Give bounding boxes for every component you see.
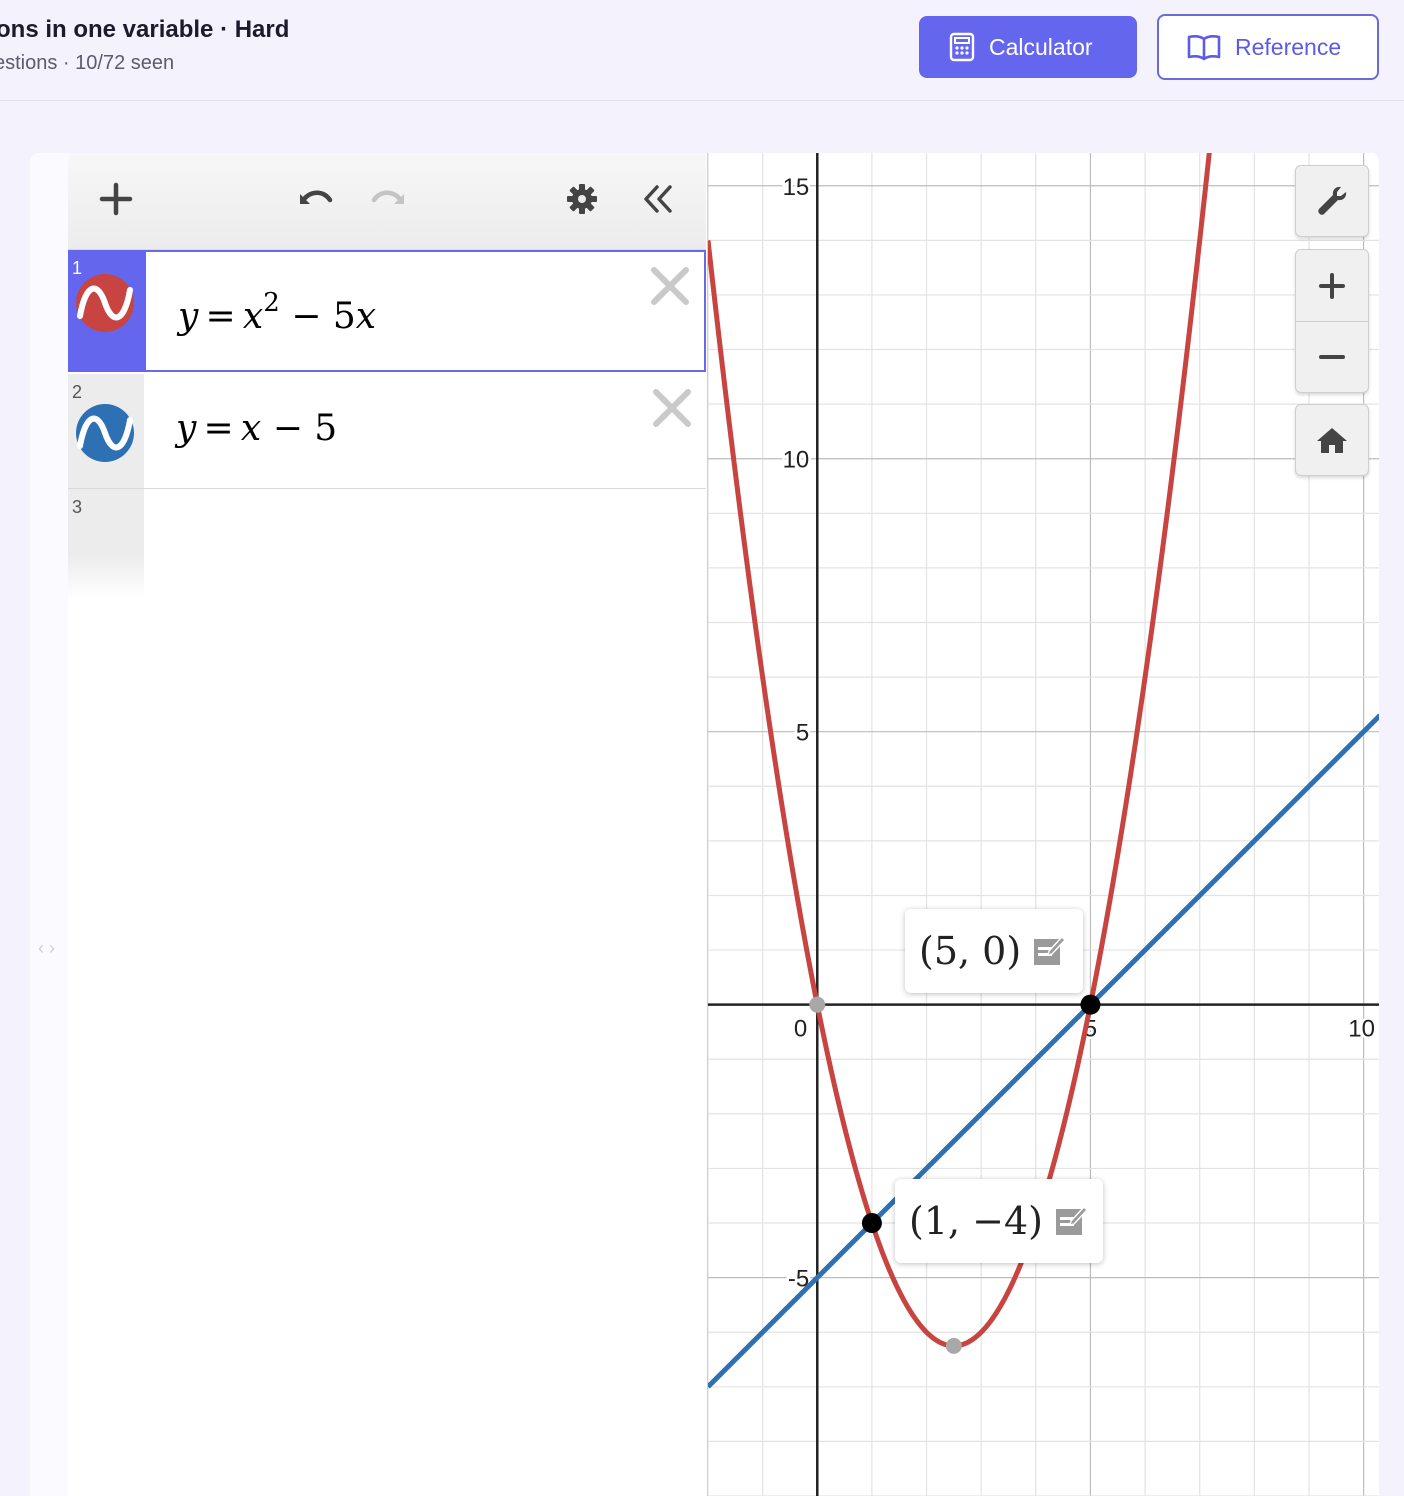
- delete-expression-1-button[interactable]: [648, 264, 692, 308]
- y-tick-label: 10: [783, 447, 810, 474]
- intersection-point: [861, 1213, 882, 1234]
- point-label-5-0-text: (5, 0): [919, 929, 1022, 973]
- calculator-button[interactable]: Calculator: [919, 16, 1137, 78]
- reference-button[interactable]: Reference: [1157, 14, 1379, 80]
- book-icon: [1187, 35, 1221, 61]
- y-tick-label: 15: [783, 174, 810, 201]
- expression-row-3-empty[interactable]: 3: [68, 489, 706, 599]
- settings-button[interactable]: [558, 175, 606, 223]
- intersection-point: [1080, 994, 1101, 1015]
- expression-row-2[interactable]: 2 y = x − 5: [68, 374, 706, 489]
- redo-button[interactable]: [366, 175, 414, 223]
- minus-icon: [1319, 355, 1345, 359]
- edit-label-icon[interactable]: [1053, 1203, 1089, 1239]
- home-icon: [1317, 428, 1347, 453]
- expression-number: 3: [72, 497, 83, 517]
- notable-point: [809, 996, 826, 1013]
- expression-row-1[interactable]: 1 y = x2 − 5x: [68, 250, 706, 372]
- plus-icon: [1319, 272, 1345, 299]
- y-tick-label: 5: [796, 720, 809, 747]
- wrench-icon: [1318, 186, 1347, 215]
- x-tick-label: 0: [794, 1016, 807, 1043]
- graphing-calculator: 1 y = x2 − 5x 2 y = x − 5 3 0 5 10 15 10…: [68, 153, 1379, 1496]
- expression-gutter: 2: [68, 374, 144, 488]
- graph-settings-button[interactable]: [1295, 165, 1369, 237]
- parabola-curve: [705, 153, 1212, 1349]
- redo-icon: [371, 190, 404, 204]
- graph-paper[interactable]: 0 5 10 15 10 5 -5 (5, 0) (1, −4): [705, 153, 1379, 1496]
- edit-label-icon[interactable]: [1031, 933, 1067, 969]
- zoom-out-button[interactable]: [1296, 322, 1368, 392]
- resize-handle-icon[interactable]: ‹ ›: [38, 938, 55, 959]
- zoom-in-button[interactable]: [1296, 250, 1368, 322]
- graph-color-icon-red[interactable]: [76, 274, 134, 332]
- delete-expression-2-button[interactable]: [650, 386, 694, 430]
- point-label-1-neg4[interactable]: (1, −4): [895, 1179, 1103, 1263]
- calculator-button-label: Calculator: [989, 33, 1093, 60]
- expression-gutter: 1: [68, 250, 146, 372]
- add-expression-button[interactable]: [92, 175, 140, 223]
- zoom-controls: [1295, 249, 1369, 393]
- expression-number: 2: [72, 382, 83, 402]
- gear-icon: [567, 184, 597, 214]
- progress-subtitle: estions · 10/72 seen: [0, 52, 175, 74]
- expression-2-math[interactable]: y = x − 5: [176, 408, 337, 449]
- default-viewport-button[interactable]: [1295, 404, 1369, 476]
- point-label-5-0[interactable]: (5, 0): [905, 909, 1083, 993]
- graph-canvas[interactable]: 0 5 1015105-5: [705, 153, 1379, 1496]
- undo-button[interactable]: [290, 175, 338, 223]
- notable-point: [945, 1337, 962, 1354]
- reference-button-label: Reference: [1235, 33, 1342, 60]
- point-label-1-neg4-text: (1, −4): [909, 1199, 1044, 1243]
- calculator-icon: [949, 32, 975, 62]
- undo-icon: [300, 190, 333, 204]
- page-title: ons in one variable · Hard: [0, 16, 290, 43]
- expression-1-math[interactable]: y = x2 − 5x: [178, 288, 376, 337]
- expression-toolbar: [68, 153, 706, 250]
- plus-icon: [99, 182, 133, 216]
- top-bar: ons in one variable · Hard estions · 10/…: [0, 0, 1404, 101]
- expression-panel: 1 y = x2 − 5x 2 y = x − 5 3: [68, 153, 706, 1496]
- line-curve: [706, 713, 1379, 1389]
- expression-gutter: 3: [68, 489, 144, 599]
- graph-color-icon-blue[interactable]: [76, 404, 134, 462]
- collapse-panel-button[interactable]: [634, 175, 682, 223]
- left-strip: [30, 153, 70, 1496]
- chevron-double-left-icon: [644, 185, 672, 213]
- x-tick-label: 10: [1348, 1016, 1375, 1043]
